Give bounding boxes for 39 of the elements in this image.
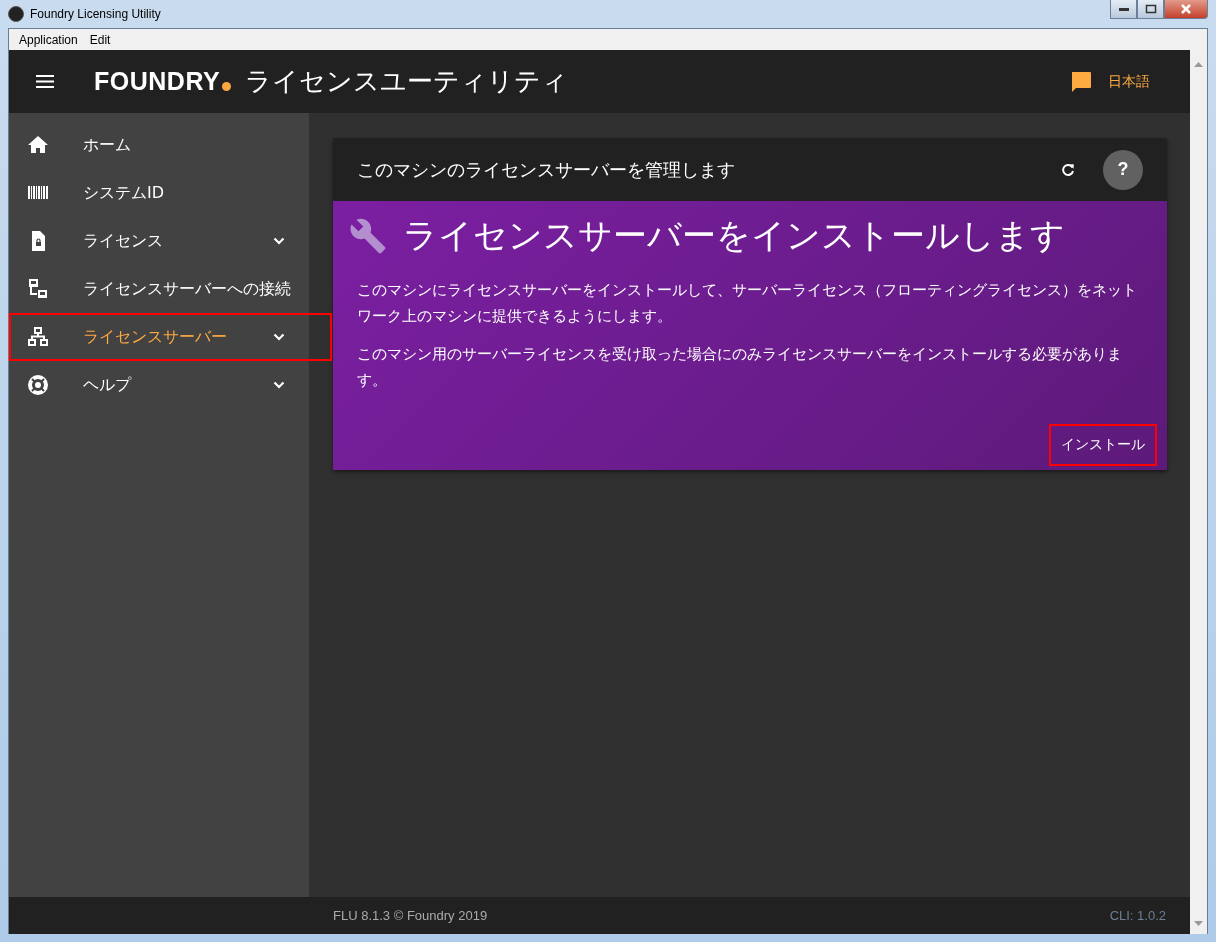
app-title: ライセンスユーティリティ — [245, 65, 569, 98]
lifebuoy-icon — [28, 375, 48, 395]
menu-item[interactable]: Edit — [83, 32, 117, 47]
window-title: Foundry Licensing Utility — [30, 7, 161, 21]
description-text: このマシンにライセンスサーバーをインストールして、サーバーライセンス（フローティングライセンス）をネットワーク上のマシンに提供できるようにします。 — [357, 280, 1138, 327]
sidebar-item[interactable]: ライセンス — [9, 217, 309, 265]
cli-version-text: CLI: 1.0.2 — [1109, 908, 1166, 923]
close-icon — [1179, 4, 1193, 14]
description-text: このマシン用のサーバーライセンスを受け取った場合にのみライセンスサーバーをインストールする必要があります。 — [357, 344, 1123, 391]
chevron-down-icon[interactable] — [273, 333, 285, 341]
menu-item[interactable]: Application — [13, 32, 84, 47]
logo-dot-icon — [222, 82, 232, 91]
brand-logo: FOUNDRY — [94, 67, 221, 96]
help-button[interactable]: ? — [1103, 149, 1143, 190]
install-button[interactable]: インストール — [1049, 424, 1157, 466]
sidebar-item[interactable]: ホーム — [9, 121, 309, 169]
maximize-button[interactable] — [1137, 0, 1164, 19]
chevron-down-icon[interactable] — [273, 237, 285, 245]
refresh-icon[interactable] — [1061, 162, 1075, 177]
menu-icon[interactable] — [36, 75, 54, 88]
network-computers-icon — [28, 279, 48, 299]
sidebar-item[interactable]: ライセンスサーバー — [9, 313, 309, 361]
card-title: このマシンのライセンスサーバーを管理します — [357, 157, 736, 182]
sitemap-icon — [28, 327, 48, 347]
home-icon — [28, 135, 48, 155]
close-button[interactable] — [1164, 0, 1208, 19]
version-text: FLU 8.1.3 © Foundry 2019 — [333, 908, 488, 923]
panel-heading: ライセンスサーバーをインストールします — [403, 214, 1065, 257]
wrench-icon — [349, 217, 387, 255]
chevron-down-icon[interactable] — [273, 381, 285, 389]
sidebar-item[interactable]: ライセンスサーバーへの接続 — [9, 265, 309, 313]
sidebar-item[interactable]: ヘルプ — [9, 361, 309, 409]
sidebar-item[interactable]: システムID — [9, 169, 309, 217]
maximize-icon — [1144, 4, 1157, 14]
minimize-icon — [1117, 6, 1130, 12]
language-selector[interactable]: 日本語 — [1108, 72, 1150, 91]
app-icon — [8, 6, 24, 22]
chat-bubble-icon[interactable] — [1070, 70, 1092, 93]
minimize-button[interactable] — [1110, 0, 1137, 19]
